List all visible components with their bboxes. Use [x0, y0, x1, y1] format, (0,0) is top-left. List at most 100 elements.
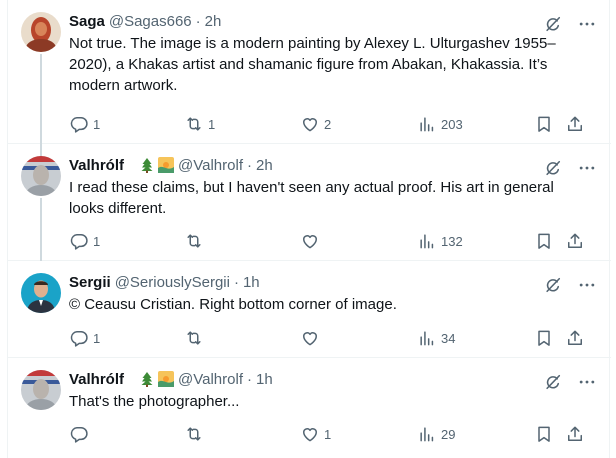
- repost-button[interactable]: [184, 326, 204, 350]
- grok-icon[interactable]: [543, 158, 563, 178]
- views-count: 203: [441, 116, 463, 132]
- tweet-header: Valhrólf @Valhrolf · 2h: [69, 155, 273, 175]
- grok-icon[interactable]: [543, 372, 563, 392]
- views-count: 34: [441, 330, 456, 346]
- views-icon: [417, 114, 437, 134]
- display-name[interactable]: Valhrólf: [69, 371, 124, 388]
- share-icon: [565, 231, 585, 251]
- views-button[interactable]: 29: [417, 422, 455, 446]
- tweet-top-icons: [543, 372, 597, 392]
- action-bar: 1 1 2 203: [69, 112, 595, 136]
- views-icon: [417, 424, 437, 444]
- bookmark-icon: [534, 231, 554, 251]
- tweet-reply[interactable]: Saga @Sagas666 · 2h Not true. The image …: [8, 0, 611, 144]
- avatar[interactable]: [21, 273, 61, 313]
- tweet-reply[interactable]: Valhrólf @Valhrolf · 1h That's the photo…: [8, 358, 611, 458]
- like-count: 2: [324, 116, 332, 132]
- tweet-text: I read these claims, but I haven't seen …: [69, 179, 554, 217]
- display-name[interactable]: Sergii: [69, 274, 111, 291]
- tweet-text: That's the photographer...: [69, 393, 240, 410]
- user-handle[interactable]: @Valhrolf: [178, 157, 243, 174]
- tree-emoji: [141, 372, 153, 387]
- display-name[interactable]: Valhrólf: [69, 157, 124, 174]
- separator-dot: ·: [247, 156, 252, 174]
- bookmark-icon: [534, 114, 554, 134]
- tweet-top-icons: [543, 14, 597, 34]
- timestamp[interactable]: 1h: [256, 371, 273, 388]
- heart-icon: [300, 114, 320, 134]
- reply-button[interactable]: 1: [69, 326, 100, 350]
- avatar[interactable]: [21, 12, 61, 52]
- reply-button[interactable]: 1: [69, 112, 100, 136]
- views-button[interactable]: 34: [417, 326, 455, 350]
- grok-icon[interactable]: [543, 14, 563, 34]
- tweet-header: Sergii @SeriouslySergii · 1h: [69, 272, 260, 292]
- timestamp[interactable]: 1h: [243, 274, 260, 291]
- views-button[interactable]: 132: [417, 229, 463, 253]
- repost-icon: [184, 231, 204, 251]
- sunrise-emoji: [158, 371, 175, 387]
- more-icon[interactable]: [577, 158, 597, 178]
- reply-count: 1: [93, 330, 101, 346]
- user-handle[interactable]: @Valhrolf: [178, 371, 243, 388]
- views-button[interactable]: 203: [417, 112, 463, 136]
- repost-icon: [184, 424, 204, 444]
- more-icon[interactable]: [577, 275, 597, 295]
- grok-icon[interactable]: [543, 275, 563, 295]
- share-icon: [565, 328, 585, 348]
- views-icon: [417, 328, 437, 348]
- bookmark-button[interactable]: [534, 229, 554, 253]
- repost-icon: [184, 114, 204, 134]
- user-handle[interactable]: @Sagas666: [109, 13, 192, 30]
- separator-dot: ·: [247, 370, 252, 388]
- reply-button[interactable]: 1: [69, 229, 100, 253]
- repost-button[interactable]: [184, 229, 204, 253]
- views-count: 29: [441, 426, 456, 442]
- repost-button[interactable]: 1: [184, 112, 215, 136]
- heart-icon: [300, 424, 320, 444]
- bookmark-icon: [534, 424, 554, 444]
- thread-line: [40, 144, 42, 156]
- avatar[interactable]: [21, 156, 61, 196]
- timestamp[interactable]: 2h: [205, 13, 222, 30]
- thread-line: [40, 198, 42, 261]
- tweet-top-icons: [543, 158, 597, 178]
- reply-button[interactable]: [69, 422, 89, 446]
- share-button[interactable]: [565, 112, 585, 136]
- tweet-header: Saga @Sagas666 · 2h: [69, 11, 221, 31]
- timestamp[interactable]: 2h: [256, 157, 273, 174]
- reply-icon: [69, 231, 89, 251]
- like-button[interactable]: [300, 229, 320, 253]
- reply-icon: [69, 114, 89, 134]
- bookmark-button[interactable]: [534, 422, 554, 446]
- reply-count: 1: [93, 233, 101, 249]
- display-name[interactable]: Saga: [69, 13, 105, 30]
- share-button[interactable]: [565, 229, 585, 253]
- tweet-reply[interactable]: Valhrólf @Valhrolf · 2h I read these cla…: [8, 144, 611, 261]
- share-button[interactable]: [565, 422, 585, 446]
- separator-dot: ·: [195, 12, 201, 30]
- bookmark-button[interactable]: [534, 326, 554, 350]
- tweet-header: Valhrólf @Valhrolf · 1h: [69, 369, 273, 389]
- avatar[interactable]: [21, 370, 61, 410]
- more-icon[interactable]: [577, 14, 597, 34]
- reply-icon: [69, 328, 89, 348]
- share-button[interactable]: [565, 326, 585, 350]
- more-icon[interactable]: [577, 372, 597, 392]
- like-button[interactable]: 2: [300, 112, 331, 136]
- bookmark-button[interactable]: [534, 112, 554, 136]
- like-button[interactable]: 1: [300, 422, 331, 446]
- repost-button[interactable]: [184, 422, 204, 446]
- repost-icon: [184, 328, 204, 348]
- reply-icon: [69, 424, 89, 444]
- bookmark-icon: [534, 328, 554, 348]
- like-count: 1: [324, 426, 332, 442]
- repost-count: 1: [208, 116, 216, 132]
- like-button[interactable]: [300, 326, 320, 350]
- user-handle[interactable]: @SeriouslySergii: [115, 274, 230, 291]
- sunrise-emoji: [158, 157, 175, 173]
- heart-icon: [300, 231, 320, 251]
- share-icon: [565, 424, 585, 444]
- action-bar: 1 132: [69, 229, 595, 253]
- tweet-reply[interactable]: Sergii @SeriouslySergii · 1h © Ceausu Cr…: [8, 261, 611, 358]
